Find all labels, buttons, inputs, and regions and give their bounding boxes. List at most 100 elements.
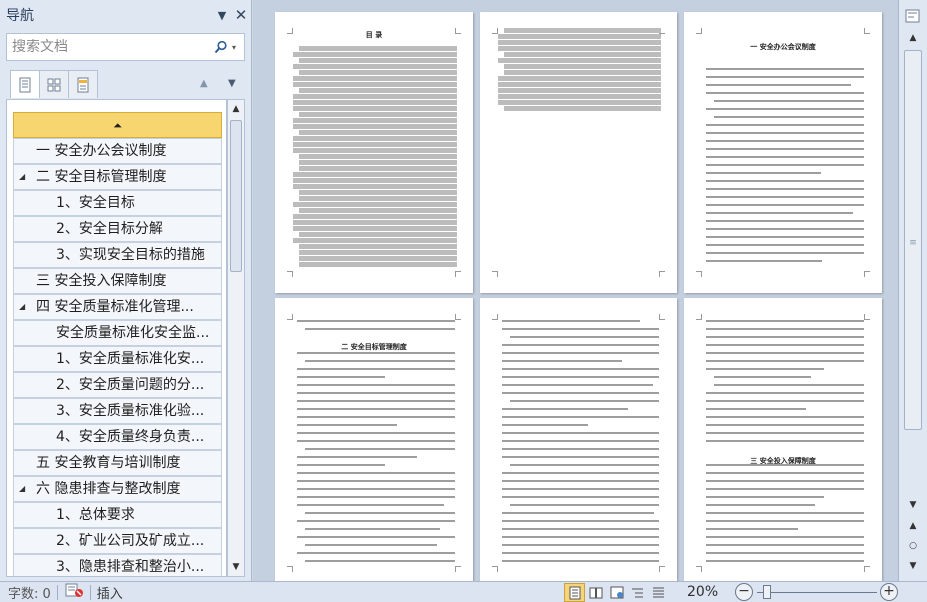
- nav-heading-item[interactable]: 1、总体要求: [13, 502, 222, 528]
- text-line: [706, 124, 864, 126]
- zoom-out-icon[interactable]: −: [735, 583, 753, 601]
- scroll-down-icon[interactable]: ▼: [228, 558, 244, 576]
- nav-scroll-thumb[interactable]: [230, 120, 242, 272]
- text-line: [498, 40, 661, 45]
- print-layout-icon[interactable]: [564, 583, 585, 602]
- nav-heading-item[interactable]: 3、隐患排查和整治小...: [13, 554, 222, 576]
- ruler-toggle-icon[interactable]: [904, 8, 922, 24]
- page-corner-mark: [659, 314, 665, 320]
- page-thumbnail[interactable]: [480, 12, 677, 293]
- text-line: [297, 464, 385, 466]
- expanded-triangle-icon[interactable]: ◢: [19, 295, 25, 319]
- headings-view-icon[interactable]: [10, 70, 40, 98]
- expanded-triangle-icon[interactable]: ◢: [19, 477, 25, 501]
- text-line: [706, 328, 864, 330]
- nav-heading-item[interactable]: 五 安全教育与培训制度: [13, 450, 222, 476]
- search-box[interactable]: ▾: [6, 33, 245, 61]
- page-corner-mark: [696, 314, 702, 320]
- text-line: [706, 368, 825, 370]
- text-line: [706, 320, 864, 322]
- nav-heading-item[interactable]: 4、安全质量终身负责...: [13, 424, 222, 450]
- nav-heading-item[interactable]: 三 安全投入保障制度: [13, 268, 222, 294]
- nav-heading-item[interactable]: 一 安全办公会议制度: [13, 138, 222, 164]
- word-count[interactable]: 字数: 0: [0, 583, 51, 602]
- insert-mode[interactable]: 插入: [97, 583, 123, 602]
- nav-heading-item[interactable]: ◢ 六 隐患排查与整改制度: [13, 476, 222, 502]
- text-line: [502, 344, 659, 346]
- nav-scrollbar[interactable]: ▲ ▼: [227, 99, 245, 577]
- text-line: [297, 368, 455, 370]
- nav-heading-item[interactable]: ◢ 二 安全目标管理制度: [13, 164, 222, 190]
- search-options-dropdown-icon[interactable]: ▾: [232, 43, 244, 52]
- document-scrollbar[interactable]: ▲ ≡ ▼ ▲ ○ ▼: [898, 0, 927, 581]
- nav-heading-item[interactable]: 3、安全质量标准化验...: [13, 398, 222, 424]
- web-layout-icon[interactable]: [606, 583, 627, 602]
- search-input[interactable]: [7, 39, 210, 55]
- text-line: [502, 416, 659, 418]
- next-page-icon[interactable]: ▼: [904, 561, 922, 571]
- search-icon[interactable]: [210, 37, 232, 57]
- page-thumbnail[interactable]: 一 安全办公会议制度: [684, 12, 882, 293]
- nav-heading-item[interactable]: 安全质量标准化安全监...: [13, 320, 222, 346]
- nav-heading-item[interactable]: 2、安全质量问题的分...: [13, 372, 222, 398]
- zoom-slider[interactable]: [757, 592, 877, 593]
- zoom-in-icon[interactable]: +: [880, 583, 898, 601]
- next-heading-icon[interactable]: ▼: [228, 78, 236, 89]
- text-line: [297, 424, 398, 426]
- nav-close-icon[interactable]: ✕: [231, 6, 251, 24]
- text-line: [297, 432, 455, 434]
- text-line: [714, 116, 864, 118]
- scroll-down-icon[interactable]: ▼: [904, 500, 922, 510]
- status-bar: 字数: 0 插入 20% − +: [0, 581, 927, 602]
- text-line: [297, 520, 455, 522]
- page-thumbnail[interactable]: 二 安全目标管理制度: [275, 298, 473, 581]
- nav-heading-item[interactable]: ◢ 四 安全质量标准化管理...: [13, 294, 222, 320]
- text-line: [706, 84, 852, 86]
- full-screen-reading-icon[interactable]: [585, 583, 606, 602]
- previous-page-icon[interactable]: ▲: [904, 521, 922, 531]
- nav-heading-item[interactable]: 3、实现安全目标的措施: [13, 242, 222, 268]
- page-thumbnail[interactable]: 三 安全投入保障制度: [684, 298, 882, 581]
- page-thumbnail[interactable]: [480, 298, 677, 581]
- nav-heading-item[interactable]: 2、矿业公司及矿成立...: [13, 528, 222, 554]
- text-line: [299, 160, 457, 165]
- nav-heading-label: 1、安全目标: [56, 195, 135, 211]
- nav-heading-active[interactable]: ⏶: [13, 112, 222, 138]
- text-line: [297, 536, 455, 538]
- page-corner-mark: [659, 271, 665, 277]
- results-view-icon[interactable]: [68, 70, 98, 98]
- zoom-slider-thumb[interactable]: [763, 585, 771, 599]
- nav-menu-dropdown-icon[interactable]: ▼: [213, 9, 231, 22]
- text-line: [299, 166, 457, 171]
- collapse-up-icon[interactable]: ⏶: [113, 119, 122, 132]
- page-corner-mark: [864, 566, 870, 572]
- nav-heading-label: 4、安全质量终身负责...: [56, 429, 205, 445]
- text-line: [502, 392, 659, 394]
- outline-view-icon[interactable]: [627, 583, 648, 602]
- text-line: [498, 76, 661, 81]
- nav-heading-item[interactable]: 2、安全目标分解: [13, 216, 222, 242]
- scroll-up-icon[interactable]: ▲: [228, 100, 244, 118]
- text-line: [502, 320, 640, 322]
- select-browse-object-icon[interactable]: ○: [904, 541, 922, 551]
- pages-view-icon[interactable]: [39, 70, 69, 98]
- proofing-icon[interactable]: [64, 582, 84, 602]
- document-area[interactable]: 目 录 一 安全办公会议制度二 安全目标管理制度 三 安全投入保障制度: [253, 0, 898, 581]
- nav-heading-item[interactable]: 1、安全目标: [13, 190, 222, 216]
- scroll-up-icon[interactable]: ▲: [904, 33, 922, 43]
- nav-heading-item[interactable]: 1、安全质量标准化安...: [13, 346, 222, 372]
- text-line: [293, 142, 457, 147]
- text-line: [297, 392, 455, 394]
- zoom-level[interactable]: 20%: [687, 584, 718, 600]
- text-line: [299, 262, 457, 267]
- text-line: [293, 178, 457, 183]
- nav-heading-label: 安全质量标准化安全监...: [56, 325, 210, 341]
- text-line: [293, 220, 457, 225]
- page-corner-mark: [864, 271, 870, 277]
- page-thumbnail[interactable]: 目 录: [275, 12, 473, 293]
- page-corner-mark: [455, 271, 461, 277]
- previous-heading-icon[interactable]: ▲: [200, 78, 208, 89]
- draft-view-icon[interactable]: [648, 583, 669, 602]
- nav-view-tabs: [10, 70, 98, 98]
- expanded-triangle-icon[interactable]: ◢: [19, 165, 25, 189]
